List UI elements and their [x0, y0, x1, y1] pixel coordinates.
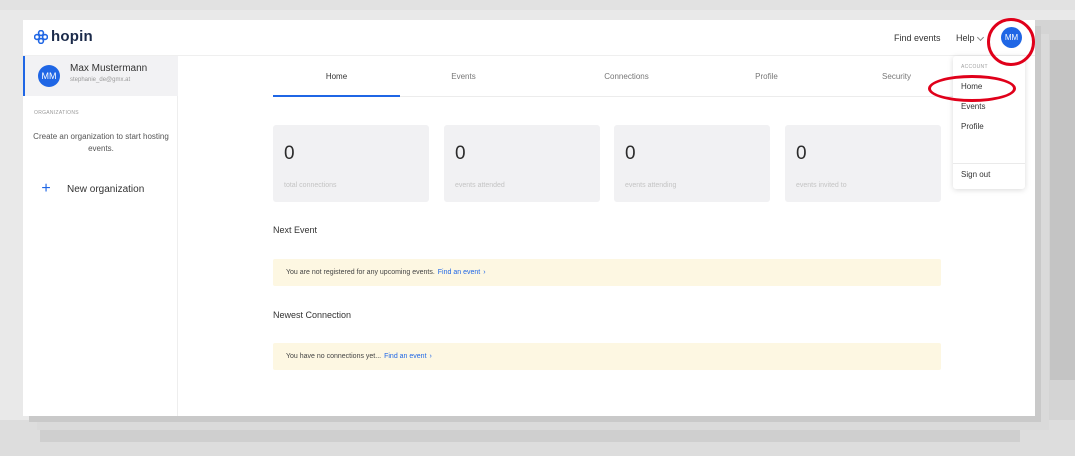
user-email: stephanie_de@gmx.at — [70, 77, 131, 83]
top-bar: hopin Find events Help MM — [23, 20, 1035, 56]
dropdown-item-profile[interactable]: Profile — [961, 122, 984, 131]
help-menu[interactable]: Help — [956, 33, 984, 43]
stat-card-events-attending: 0 events attending — [614, 125, 770, 202]
brand-name: hopin — [51, 28, 93, 45]
newest-connection-heading: Newest Connection — [273, 310, 352, 320]
tab-label: Profile — [755, 72, 778, 81]
find-an-event-link[interactable]: Find an event — [438, 269, 480, 276]
stat-value: 0 — [284, 143, 295, 164]
stat-label: events attended — [455, 182, 505, 189]
stat-card-events-attended: 0 events attended — [444, 125, 600, 202]
tab-profile[interactable]: Profile — [703, 56, 830, 97]
stat-value: 0 — [796, 143, 807, 164]
hopin-flower-icon — [34, 29, 48, 44]
organizations-heading: ORGANIZATIONS — [34, 110, 79, 116]
notice-text: You have no connections yet... — [286, 353, 382, 360]
stat-value: 0 — [625, 143, 636, 164]
help-label: Help — [956, 33, 975, 43]
tab-connections[interactable]: Connections — [563, 56, 690, 97]
next-event-notice: You are not registered for any upcoming … — [273, 259, 941, 286]
stat-card-total-connections: 0 total connections — [273, 125, 429, 202]
profile-card[interactable]: MM Max Mustermann stephanie_de@gmx.at — [23, 56, 178, 96]
tab-label: Events — [451, 72, 476, 81]
tab-label: Security — [882, 72, 911, 81]
tab-bar: Home Events Connections Profile Security — [273, 56, 961, 97]
backdrop-block — [0, 0, 1075, 10]
brand-logo[interactable]: hopin — [34, 28, 93, 45]
stat-label: events attending — [625, 182, 677, 189]
organizations-help-text: Create an organization to start hosting … — [33, 132, 169, 153]
dropdown-heading: ACCOUNT — [961, 64, 988, 70]
chevron-down-icon — [976, 33, 984, 41]
annotation-circle-home — [928, 75, 1016, 102]
find-events-link[interactable]: Find events — [894, 33, 941, 43]
new-organization-button[interactable]: + New organization — [35, 178, 144, 200]
avatar: MM — [38, 65, 60, 87]
chevron-right-icon: › — [483, 269, 486, 276]
dropdown-item-sign-out[interactable]: Sign out — [961, 170, 990, 179]
stat-card-events-invited: 0 events invited to — [785, 125, 941, 202]
dropdown-item-events[interactable]: Events — [961, 102, 985, 111]
tab-home[interactable]: Home — [273, 56, 400, 97]
divider — [953, 163, 1025, 164]
new-organization-label: New organization — [67, 183, 145, 195]
tab-label: Home — [325, 72, 348, 81]
next-event-heading: Next Event — [273, 225, 318, 235]
stat-value: 0 — [455, 143, 466, 164]
app-window: hopin Find events Help MM MM Max Musterm… — [23, 18, 1035, 416]
stat-label: events invited to — [796, 182, 847, 189]
active-tab-indicator — [273, 95, 400, 97]
notice-text: You are not registered for any upcoming … — [286, 269, 435, 276]
backdrop-block — [40, 428, 1020, 442]
chevron-right-icon: › — [429, 353, 432, 360]
plus-icon: + — [41, 180, 51, 197]
newest-connection-notice: You have no connections yet... Find an e… — [273, 343, 941, 370]
annotation-circle-avatar — [987, 18, 1035, 66]
tab-label: Connections — [604, 72, 649, 81]
backdrop-block — [1050, 40, 1075, 380]
user-name: Max Mustermann — [70, 63, 148, 74]
sidebar: MM Max Mustermann stephanie_de@gmx.at OR… — [23, 56, 178, 416]
stat-label: total connections — [284, 182, 337, 189]
tab-events[interactable]: Events — [400, 56, 527, 97]
find-an-event-link[interactable]: Find an event — [384, 353, 426, 360]
